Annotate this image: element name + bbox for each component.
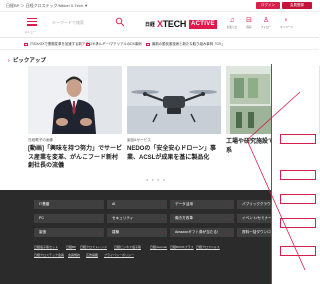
card-image-drone[interactable] (127, 66, 221, 134)
card-title[interactable]: NEDOの「安全安心ドローン」事業、ACSLが成果を基に製品化 (127, 145, 221, 162)
search-input[interactable]: キーワードで検索 (52, 20, 84, 26)
chevron-right-icon: › (98, 230, 100, 235)
site-breadcrumb[interactable]: 日経BP ＞ 日経クロステック/Nikkei X-Tech ▼ (6, 3, 88, 9)
ticker-item-text: 最新の脱炭素技術と新たな取り組み事例「GX」 (152, 42, 225, 46)
logo-active-badge: ACTIVE (189, 19, 217, 29)
bell-icon[interactable]: ♫ お知らせ (226, 16, 238, 32)
footer-link[interactable]: 会員規約 (68, 253, 80, 257)
footer-category-label: 製造 (39, 230, 47, 234)
pickup-card[interactable]: 製品&サービス NEDOの「安全安心ドローン」事業、ACSLが成果を基に製品化 (127, 66, 221, 162)
site-logo[interactable]: 日経 XTECH ACTIVE (145, 19, 217, 29)
chevron-right-icon: › (8, 58, 10, 64)
footer-category-label: パブリッククラウド (242, 202, 275, 206)
menu-label: メニュー (24, 30, 37, 34)
card-title[interactable]: [動画]「興味を持つ努力」でサービス産業を変革、がんこフード新村創社長の流儀 (28, 145, 122, 171)
chevron-right-icon: › (228, 216, 230, 221)
ticker-item[interactable]: エネルギー/マテリアルのDX事例 (86, 41, 142, 46)
chevron-right-icon: › (228, 230, 230, 235)
logo-xtech: XTECH (157, 19, 186, 29)
user-icon-label: マイページ (280, 26, 293, 29)
footer-link[interactable]: 広告掲載 (86, 253, 98, 257)
footer-link[interactable]: プライバシーポリシー (104, 253, 134, 257)
overlay-box (280, 246, 316, 256)
footer-category-button[interactable]: AI › (107, 200, 167, 209)
logo-nikkei: 日経 (145, 21, 156, 28)
card-tag: 日経電子の画像 (28, 138, 54, 142)
footer-category-button[interactable]: PC › (34, 214, 104, 223)
ticker-square-icon (86, 42, 90, 46)
footer-category-label: PC (39, 216, 44, 220)
overlay-box (280, 194, 316, 204)
topics-icon-label: フォロー (260, 26, 272, 29)
register-button[interactable]: 会員登録 (282, 2, 312, 9)
overlay-box (280, 134, 316, 144)
footer-category-button[interactable]: IT基盤 › (34, 200, 104, 209)
footer-category-button[interactable]: セキュリティ › (107, 214, 167, 223)
chevron-right-icon: › (161, 202, 163, 207)
overlay-box (280, 218, 316, 228)
footer-category-button[interactable]: 働き方改革 › (170, 214, 234, 223)
topics-icon[interactable]: ♙ フォロー (260, 16, 272, 32)
ticker-square-icon (146, 42, 150, 46)
top-bar: 日経BP ＞ 日経クロステック/Nikkei X-Tech ▼ ログイン 会員登… (0, 0, 319, 12)
chevron-right-icon: › (161, 230, 163, 235)
footer-link[interactable]: 日経BOOKプラス (170, 245, 194, 249)
carousel-pager[interactable]: ● ● ● ● (146, 177, 166, 182)
bookmark-icon-glyph: ⊟ (246, 17, 252, 24)
menu-icon[interactable] (27, 18, 37, 26)
chevron-right-icon: › (98, 202, 100, 207)
footer-category-label: イベント/セミナー (242, 216, 272, 220)
carousel-pager-dots: ● ● ● ● (146, 177, 166, 182)
footer-category-label: 働き方改革 (175, 216, 193, 220)
footer-category-button[interactable]: Amazonギフト券が当たる！ › (170, 228, 234, 237)
footer-category-button[interactable]: 製造 › (34, 228, 104, 237)
pickup-heading: › ピックアップ (8, 56, 46, 64)
pickup-heading-text: ピックアップ (12, 58, 46, 64)
footer-category-button[interactable]: 建築 › (107, 228, 167, 237)
bookmark-icon-label: 保存 (246, 26, 252, 29)
chevron-right-icon: › (161, 216, 163, 221)
login-button[interactable]: ログイン (256, 2, 280, 9)
user-icon[interactable]: ♀ マイページ (280, 16, 293, 32)
portrait-illustration (28, 66, 122, 134)
promo-ticker: IT/DX/GXで業務変革を加速する新アプローチ エネルギー/マテリアルのDX事… (0, 38, 319, 50)
footer-link[interactable]: 日経電子版セット (34, 245, 58, 249)
overlay-panel (271, 64, 319, 284)
footer-category-label: データ活用 (175, 202, 193, 206)
footer-link[interactable]: 日経クロストレンド (80, 245, 107, 249)
overlay-box (280, 170, 316, 180)
bookmark-icon[interactable]: ⊟ 保存 (243, 16, 255, 32)
topics-icon-glyph: ♙ (262, 17, 270, 24)
footer-link[interactable]: 日経BP (66, 245, 76, 249)
footer-category-label: AI (112, 202, 116, 206)
footer-link[interactable]: 日経xwoman (150, 245, 167, 249)
footer-category-label: 建築 (112, 230, 120, 234)
bell-icon-glyph: ♫ (229, 17, 235, 24)
card-tag: 製品&サービス (127, 138, 151, 142)
logo-tech: TECH (162, 19, 187, 29)
chevron-right-icon: › (98, 216, 100, 221)
ticker-item[interactable]: 最新の脱炭素技術と新たな取り組み事例「GX」 (146, 41, 225, 46)
user-icon-glyph: ♀ (283, 17, 289, 24)
pickup-card[interactable]: 日経電子の画像 [動画]「興味を持つ努力」でサービス産業を変革、がんこフード新村… (28, 66, 122, 171)
bell-icon-label: お知らせ (226, 26, 238, 29)
footer-link[interactable]: 日経クロスヘルス (196, 245, 220, 249)
footer-link[interactable]: 日経クロステック会員 (34, 253, 64, 257)
footer-category-label: Amazonギフト券が当たる！ (175, 230, 221, 234)
chevron-right-icon: › (228, 202, 230, 207)
ticker-square-icon (24, 42, 28, 46)
footer-category-button[interactable]: データ活用 › (170, 200, 234, 209)
search-icon[interactable] (115, 17, 125, 27)
footer-category-label: セキュリティ (112, 216, 134, 220)
ticker-item-text: エネルギー/マテリアルのDX事例 (92, 42, 142, 46)
card-image-portrait[interactable] (28, 66, 122, 134)
footer-link[interactable]: 日経ビジネス電子版 (114, 245, 141, 249)
footer-category-label: IT基盤 (39, 202, 50, 206)
drone-illustration (127, 66, 221, 134)
